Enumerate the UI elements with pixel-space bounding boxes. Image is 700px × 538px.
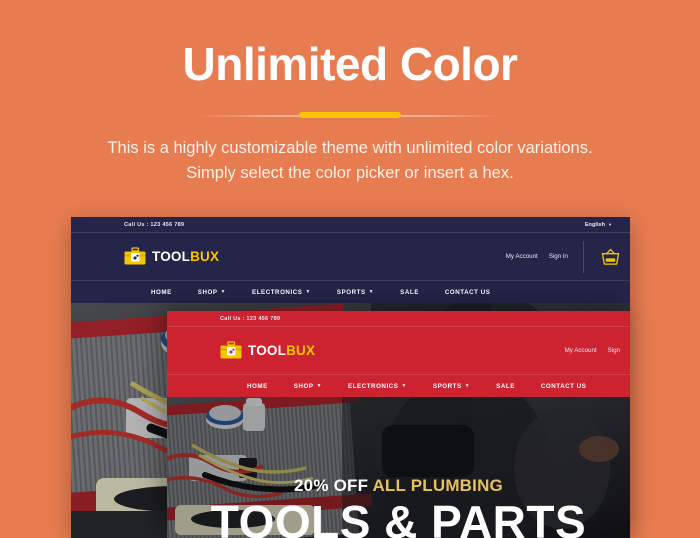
- title-divider: [200, 108, 500, 122]
- red-hero-headline-white: 20% OFF: [294, 476, 369, 495]
- navy-nav-item-sale[interactable]: SALE: [387, 289, 432, 296]
- red-nav-item-sports[interactable]: SPORTS ▼: [420, 383, 483, 390]
- chevron-down-icon: ▼: [464, 382, 471, 389]
- promo-subtitle-line-1: This is a highly customizable theme with…: [107, 139, 593, 158]
- navy-divider: [583, 240, 584, 273]
- chevron-down-icon: ▼: [316, 382, 323, 389]
- red-nav-label-shop: SHOP: [293, 382, 314, 390]
- navy-language-selector[interactable]: English ▼: [585, 222, 612, 228]
- red-hero-headline: 20% OFF ALL PLUMBING: [167, 476, 630, 496]
- theme-preview-red[interactable]: Call Us : 123 456 789 TOOLBUX My Account: [167, 311, 630, 538]
- navy-call-us-text: Call Us : 123 456 789: [124, 221, 185, 228]
- chevron-down-icon: ▼: [305, 288, 311, 295]
- red-nav-label-contact: CONTACT US: [540, 382, 587, 390]
- navy-account-area: My Account Sign In: [506, 240, 630, 273]
- navy-nav-label-electronics: ELECTRONICS: [252, 288, 303, 296]
- red-main-nav: HOME SHOP ▼ ELECTRONICS ▼ SPORTS ▼ SALE …: [167, 375, 630, 397]
- red-account-area: My Account Sign: [565, 347, 630, 354]
- red-nav-item-electronics[interactable]: ELECTRONICS ▼: [335, 383, 420, 390]
- chevron-down-icon: ▼: [401, 382, 407, 389]
- red-call-us-text: Call Us : 123 456 789: [220, 315, 281, 322]
- navy-nav-label-home: HOME: [151, 288, 172, 296]
- divider-accent-bar: [299, 112, 401, 119]
- navy-nav-item-contact-us[interactable]: CONTACT US: [432, 289, 504, 296]
- navy-nav-label-sale: SALE: [400, 288, 419, 296]
- navy-masthead: TOOLBUX My Account Sign In: [71, 233, 630, 281]
- navy-logo[interactable]: TOOLBUX: [124, 247, 219, 266]
- red-nav-label-electronics: ELECTRONICS: [348, 382, 399, 390]
- promo-subtitle-line-2: Simply select the color picker or insert…: [186, 164, 514, 183]
- navy-nav-item-home[interactable]: HOME: [138, 289, 185, 296]
- red-nav-label-home: HOME: [247, 382, 268, 390]
- red-nav-item-contact-us[interactable]: CONTACT US: [528, 383, 600, 390]
- red-logo-text-part2: BUX: [286, 343, 316, 358]
- red-hero: 20% OFF ALL PLUMBING TOOLS & PARTS: [167, 397, 630, 538]
- red-nav-item-sale[interactable]: SALE: [483, 383, 528, 390]
- navy-nav-label-sports: SPORTS: [336, 288, 366, 296]
- navy-my-account-link[interactable]: My Account: [506, 253, 538, 260]
- navy-logo-text-part1: TOOL: [152, 249, 191, 264]
- red-nav-item-shop[interactable]: SHOP ▼: [281, 383, 335, 390]
- navy-nav-item-electronics[interactable]: ELECTRONICS ▼: [239, 289, 324, 296]
- navy-main-nav: HOME SHOP ▼ ELECTRONICS ▼ SPORTS ▼ SALE …: [71, 281, 630, 303]
- red-masthead: TOOLBUX My Account Sign: [167, 327, 630, 375]
- red-logo-text-part1: TOOL: [248, 343, 287, 358]
- navy-topbar: Call Us : 123 456 789 English ▼: [71, 217, 630, 233]
- red-nav-item-home[interactable]: HOME: [234, 383, 281, 390]
- page-title: Unlimited Color: [182, 38, 518, 90]
- toolbox-icon: [124, 247, 146, 265]
- navy-nav-item-sports[interactable]: SPORTS ▼: [324, 289, 387, 296]
- red-hero-subheadline: TOOLS & PARTS: [210, 496, 587, 538]
- red-logo-text: TOOLBUX: [248, 343, 315, 358]
- navy-nav-label-contact: CONTACT US: [444, 288, 491, 296]
- navy-nav-item-shop[interactable]: SHOP ▼: [185, 289, 239, 296]
- shopping-basket-icon[interactable]: [601, 248, 620, 266]
- chevron-down-icon: ▼: [608, 221, 612, 227]
- chevron-down-icon: ▼: [220, 288, 227, 295]
- red-topbar: Call Us : 123 456 789: [167, 311, 630, 327]
- promo-subtitle: This is a highly customizable theme with…: [0, 136, 700, 186]
- red-my-account-link[interactable]: My Account: [565, 347, 597, 354]
- red-logo[interactable]: TOOLBUX: [220, 341, 315, 360]
- red-hero-banner: 20% OFF ALL PLUMBING TOOLS & PARTS: [167, 476, 630, 538]
- navy-language-label: English: [584, 221, 606, 228]
- red-hero-headline-gold: ALL PLUMBING: [372, 476, 503, 495]
- red-sign-in-link[interactable]: Sign: [608, 347, 620, 354]
- red-nav-label-sports: SPORTS: [432, 382, 462, 390]
- red-nav-label-sale: SALE: [496, 382, 515, 390]
- navy-logo-text-part2: BUX: [190, 249, 220, 264]
- toolbox-icon: [220, 341, 242, 359]
- navy-nav-label-shop: SHOP: [197, 288, 218, 296]
- navy-logo-text: TOOLBUX: [152, 249, 219, 264]
- chevron-down-icon: ▼: [368, 288, 375, 295]
- promo-section: Unlimited Color This is a highly customi…: [0, 0, 700, 186]
- navy-sign-in-link[interactable]: Sign In: [549, 253, 568, 260]
